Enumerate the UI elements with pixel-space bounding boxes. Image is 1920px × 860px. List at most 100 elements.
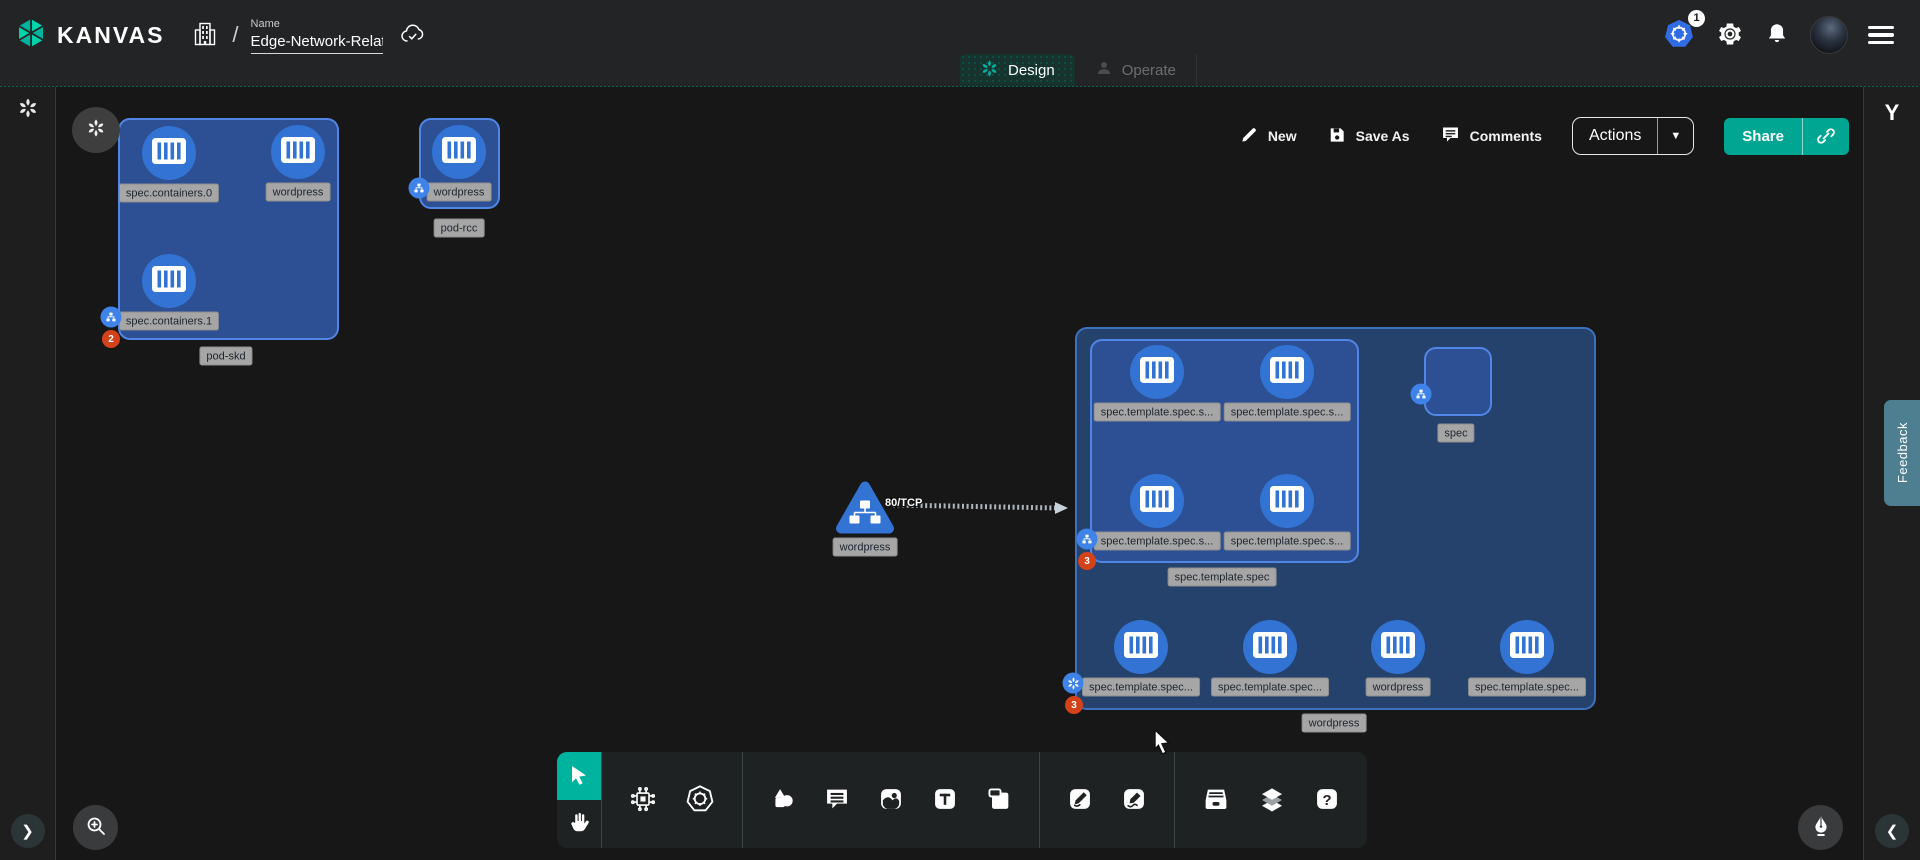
node-label: spec.template.spec.s... xyxy=(1094,403,1221,422)
node-container[interactable] xyxy=(142,254,196,308)
expand-right-panel-button[interactable]: ❮ xyxy=(1875,814,1909,848)
save-as-button[interactable]: Save As xyxy=(1327,125,1410,148)
node-label: wordpress xyxy=(1366,678,1431,697)
toolbar-layers-button[interactable] xyxy=(1257,784,1287,817)
meshery-badge-icon[interactable] xyxy=(1063,673,1084,694)
organization-button[interactable] xyxy=(192,20,218,51)
relationship-badge-icon[interactable] xyxy=(101,307,122,328)
group-label: spec.template.spec xyxy=(1168,568,1277,587)
container-icon xyxy=(441,136,477,169)
toolbar-help-button[interactable]: ? xyxy=(1313,785,1341,816)
select-tool-icon xyxy=(567,763,591,790)
kanvas-logo-icon xyxy=(14,16,48,55)
design-name-label: Name xyxy=(251,18,383,30)
toolbar-freehand-button[interactable] xyxy=(1120,785,1148,816)
pen-icon xyxy=(1066,785,1094,816)
new-design-button[interactable]: New xyxy=(1239,125,1297,148)
relationship-badge-icon[interactable] xyxy=(409,178,430,199)
container-icon xyxy=(151,137,187,170)
toolbar-drawer-button[interactable] xyxy=(1201,784,1231,817)
container-icon xyxy=(1509,631,1545,664)
feedback-tab[interactable]: Feedback xyxy=(1884,400,1920,506)
shapes-icon xyxy=(769,785,797,816)
caret-down-icon[interactable]: ▼ xyxy=(1658,118,1693,154)
comment-icon xyxy=(823,785,851,816)
toolbar-select-tool[interactable] xyxy=(557,752,601,800)
toolbar-pan-tool[interactable] xyxy=(557,800,601,848)
save-status-button[interactable] xyxy=(399,22,427,49)
node-container[interactable] xyxy=(1114,620,1168,674)
component-picker-icon xyxy=(628,784,658,817)
issue-count-badge[interactable]: 3 xyxy=(1078,552,1096,570)
group-label: wordpress xyxy=(1302,714,1367,733)
group-label: pod-skd xyxy=(199,347,252,366)
node-container[interactable] xyxy=(142,126,196,180)
node-label: spec.template.spec.s... xyxy=(1224,532,1351,551)
group-label: spec xyxy=(1437,424,1474,443)
toolbar-kubernetes-button[interactable] xyxy=(684,783,716,818)
node-label: spec.template.spec... xyxy=(1468,678,1586,697)
design-name-input[interactable] xyxy=(251,31,383,54)
settings-button[interactable] xyxy=(1716,20,1744,51)
design-name-field: Name xyxy=(251,18,383,54)
toolbar-sticky-note-button[interactable] xyxy=(985,785,1013,816)
mode-tabs: Design Operate xyxy=(960,54,1197,86)
tab-operate[interactable]: Operate xyxy=(1075,54,1197,86)
meshery-spiral-icon-left-rail[interactable] xyxy=(17,97,39,124)
kubernetes-context-count-badge: 1 xyxy=(1688,10,1705,27)
actions-dropdown-button[interactable]: Actions ▼ xyxy=(1572,117,1694,155)
node-container[interactable] xyxy=(1130,345,1184,399)
node-container[interactable] xyxy=(432,125,486,179)
chevron-left-icon: ❮ xyxy=(1886,822,1899,840)
node-container[interactable] xyxy=(1371,620,1425,674)
relationship-badge-icon[interactable] xyxy=(1411,384,1432,405)
yaml-toggle[interactable]: Y xyxy=(1885,100,1900,126)
tab-design[interactable]: Design xyxy=(960,54,1075,86)
tab-design-label: Design xyxy=(1008,62,1055,79)
copy-link-icon[interactable] xyxy=(1803,118,1849,155)
issue-count-badge[interactable]: 3 xyxy=(1065,696,1083,714)
pencil-icon xyxy=(1239,125,1259,148)
breadcrumb-separator: / xyxy=(232,22,238,48)
relationship-badge-icon[interactable] xyxy=(1077,529,1098,550)
toolbar-shapes-button[interactable] xyxy=(769,785,797,816)
kubernetes-icon xyxy=(684,783,716,818)
container-icon xyxy=(1139,356,1175,389)
brand[interactable]: KANVAS xyxy=(14,16,164,55)
notifications-button[interactable] xyxy=(1764,21,1790,50)
node-container[interactable] xyxy=(1500,620,1554,674)
menu-button[interactable] xyxy=(1868,26,1894,45)
expand-left-panel-button[interactable]: ❯ xyxy=(11,814,45,848)
share-button[interactable]: Share xyxy=(1724,118,1849,155)
zoom-button[interactable] xyxy=(73,805,118,850)
toolbar-comment-button[interactable] xyxy=(823,785,851,816)
node-container[interactable] xyxy=(1130,474,1184,528)
toolbar-text-button[interactable] xyxy=(931,785,959,816)
node-container[interactable] xyxy=(1243,620,1297,674)
pen-mode-button[interactable] xyxy=(1798,805,1843,850)
toolbar-image-button[interactable] xyxy=(877,785,905,816)
sticky-note-icon xyxy=(985,785,1013,816)
service-triangle-icon xyxy=(834,480,896,536)
building-icon xyxy=(192,20,218,51)
group-spec[interactable] xyxy=(1424,347,1492,416)
comments-button[interactable]: Comments xyxy=(1440,124,1542,148)
container-icon xyxy=(1123,631,1159,664)
toolbar-pen-button[interactable] xyxy=(1066,785,1094,816)
group-label: pod-rcc xyxy=(434,219,485,238)
kubernetes-context-button[interactable]: 1 xyxy=(1662,17,1696,54)
node-label: wordpress xyxy=(266,183,331,202)
node-service[interactable] xyxy=(834,480,896,541)
design-action-bar: New Save As Comments Actions xyxy=(1239,117,1849,155)
toolbar-component-picker-button[interactable] xyxy=(628,784,658,817)
freehand-icon xyxy=(1120,785,1148,816)
container-icon xyxy=(1269,485,1305,518)
node-kubernetes-collapsed[interactable] xyxy=(72,107,120,153)
node-container[interactable] xyxy=(1260,474,1314,528)
node-container[interactable] xyxy=(271,125,325,179)
pan-tool-icon xyxy=(566,810,592,839)
cloud-check-icon xyxy=(399,22,427,49)
node-container[interactable] xyxy=(1260,345,1314,399)
user-avatar[interactable] xyxy=(1810,16,1848,54)
issue-count-badge[interactable]: 2 xyxy=(102,330,120,348)
